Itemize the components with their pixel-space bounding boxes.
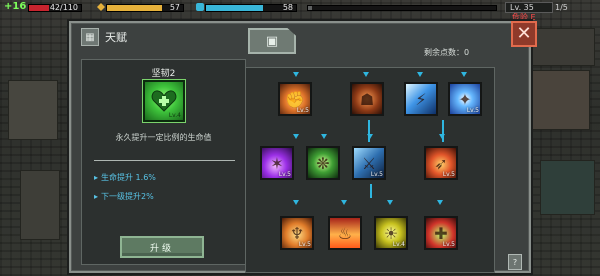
remaining-points-label: 剩余点数： <box>424 48 464 57</box>
talent-window: ▦ 天赋 ▣ ✕ 剩余点数：0 坚韧2 Lv.4 永久提升一定比例的生命值 ▸ 生… <box>69 21 537 273</box>
talent-node-bolt[interactable]: ⚡ <box>404 82 438 116</box>
heart-icon <box>151 90 177 112</box>
wave-counter: 1/5 <box>555 3 568 12</box>
arrow-down-icon <box>387 200 393 205</box>
arrow-down-icon <box>321 134 327 139</box>
talent-node-level: Lv.5 <box>298 241 311 248</box>
shield-icon <box>196 3 204 11</box>
talent-node-fire[interactable]: ♨ <box>328 216 362 250</box>
energy-value: 57 <box>169 3 180 12</box>
talent-node-level: Lv.5 <box>466 107 479 114</box>
talent-node-purple[interactable]: ✶ Lv.5 <box>260 146 294 180</box>
hero-icon: ☗ <box>359 89 375 109</box>
remaining-points-value: 0 <box>464 48 470 57</box>
background-building <box>8 80 58 140</box>
talent-node-hero[interactable]: ☗ <box>350 82 384 116</box>
arrow-down-icon <box>293 200 299 205</box>
skill-description: 永久提升一定比例的生命值 <box>115 133 212 142</box>
shield-bar: 58 <box>205 3 297 12</box>
talent-node-level: Lv.5 <box>296 107 309 114</box>
health-value: 42/110 <box>49 3 78 12</box>
health-bar-fill <box>29 5 49 11</box>
talent-node-green[interactable]: ✚ Lv.5 <box>424 216 458 250</box>
connector-line <box>370 184 372 198</box>
talent-node-spark[interactable]: ✦ Lv.5 <box>448 82 482 116</box>
arrow-down-icon <box>293 134 299 139</box>
health-bar: 42/110 <box>28 3 82 12</box>
triangle-bullet-icon: ▸ <box>94 192 99 201</box>
bolt-icon: ⚡ <box>415 89 427 109</box>
shield-value: 58 <box>282 3 293 12</box>
stat-line: ▸ 生命提升 1.6% <box>94 172 156 183</box>
talent-title-icon: ▦ <box>81 28 99 46</box>
talent-node-level: Lv.4 <box>392 241 405 248</box>
divider <box>94 160 235 161</box>
talent-node-man[interactable]: ♆ Lv.5 <box>280 216 314 250</box>
connector-line <box>368 120 370 142</box>
close-button[interactable]: ✕ <box>511 21 537 47</box>
stat-next: 下一级提升2% <box>101 192 154 201</box>
stat-current: 生命提升 1.6% <box>101 173 156 182</box>
whirl-icon: ❋ <box>316 153 330 173</box>
talent-node-swords[interactable]: ⚔ Lv.5 <box>352 146 386 180</box>
arrow-down-icon <box>437 200 443 205</box>
talent-node-whirl[interactable]: ❋ <box>306 146 340 180</box>
arrow-down-icon <box>341 200 347 205</box>
fire-icon: ♨ <box>337 223 353 243</box>
talent-node-level: Lv.5 <box>370 171 383 178</box>
skill-name: 坚韧2 <box>151 69 176 79</box>
talent-node-level: Lv.5 <box>278 171 291 178</box>
talent-tree: ✊ Lv.5 ☗ ⚡ ✦ Lv.5 ✶ Lv.5 ❋ ⚔ Lv.5 ➶ Lv.5 ♆ Lv.5 ♨ ☀ Lv.4 ✚… <box>245 67 495 273</box>
energy-bar: 57 <box>106 3 184 12</box>
upgrade-button[interactable]: 升级 <box>120 236 204 258</box>
arrow-down-icon <box>461 72 467 77</box>
remaining-points: 剩余点数：0 <box>424 47 469 58</box>
talent-node-level: Lv.5 <box>442 171 455 178</box>
talent-detail-panel: 坚韧2 Lv.4 永久提升一定比例的生命值 ▸ 生命提升 1.6% ▸ 下一级提升2… <box>81 59 246 265</box>
energy-bar-fill <box>107 5 163 11</box>
stat-line: ▸ 下一级提升2% <box>94 191 154 202</box>
background-building <box>20 170 60 240</box>
top-hud: +16 42/110 57 58 Lv. 35 1/5 危险 E <box>0 0 600 22</box>
shield-bar-fill <box>206 5 263 11</box>
triangle-bullet-icon: ▸ <box>94 173 99 182</box>
connector-line <box>442 120 444 142</box>
experience-bar <box>307 5 497 11</box>
hp-gain-text: +16 <box>4 1 27 12</box>
arrow-down-icon <box>363 72 369 77</box>
background-building <box>540 160 595 215</box>
talent-node-glow[interactable]: ☀ Lv.4 <box>374 216 408 250</box>
green-heart-icon: Lv.4 <box>143 80 185 122</box>
talent-node-fist[interactable]: ✊ Lv.5 <box>278 82 312 116</box>
skill-level-badge: Lv.4 <box>168 112 181 119</box>
window-title: 天赋 <box>105 31 127 44</box>
arrow-down-icon <box>293 72 299 77</box>
arrow-down-icon <box>417 72 423 77</box>
talent-node-boot[interactable]: ➶ Lv.5 <box>424 146 458 180</box>
energy-icon <box>97 3 105 11</box>
talent-node-level: Lv.5 <box>442 241 455 248</box>
talent-tab-icon[interactable]: ▣ <box>248 28 296 54</box>
settings-icon[interactable]: ? <box>508 254 522 270</box>
experience-bar-fill <box>308 6 312 10</box>
